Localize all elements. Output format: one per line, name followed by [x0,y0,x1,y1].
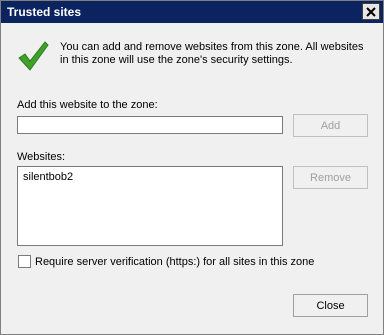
remove-button-label: Remove [310,171,351,184]
https-checkbox-label: Require server verification (https:) for… [35,256,315,268]
add-website-input[interactable] [17,116,283,134]
add-button-label: Add [320,119,341,132]
list-item[interactable]: silentbob2 [23,171,73,183]
info-message: You can add and remove websites from thi… [60,41,364,66]
dialog-title: Trusted sites [7,5,82,19]
title-bar: Trusted sites [1,1,383,23]
https-checkbox[interactable] [18,255,31,268]
websites-list[interactable]: silentbob2 [17,166,283,246]
remove-button[interactable]: Remove [293,166,368,189]
title-close-button[interactable] [362,3,380,20]
add-website-label: Add this website to the zone: [17,99,158,111]
add-button[interactable]: Add [293,114,368,137]
websites-label: Websites: [17,151,66,163]
close-button[interactable]: Close [293,294,368,317]
trusted-sites-dialog: Trusted sites You can add and remove web… [0,0,384,335]
close-icon [366,6,376,17]
checkmark-icon [18,41,49,71]
close-button-label: Close [316,299,345,312]
